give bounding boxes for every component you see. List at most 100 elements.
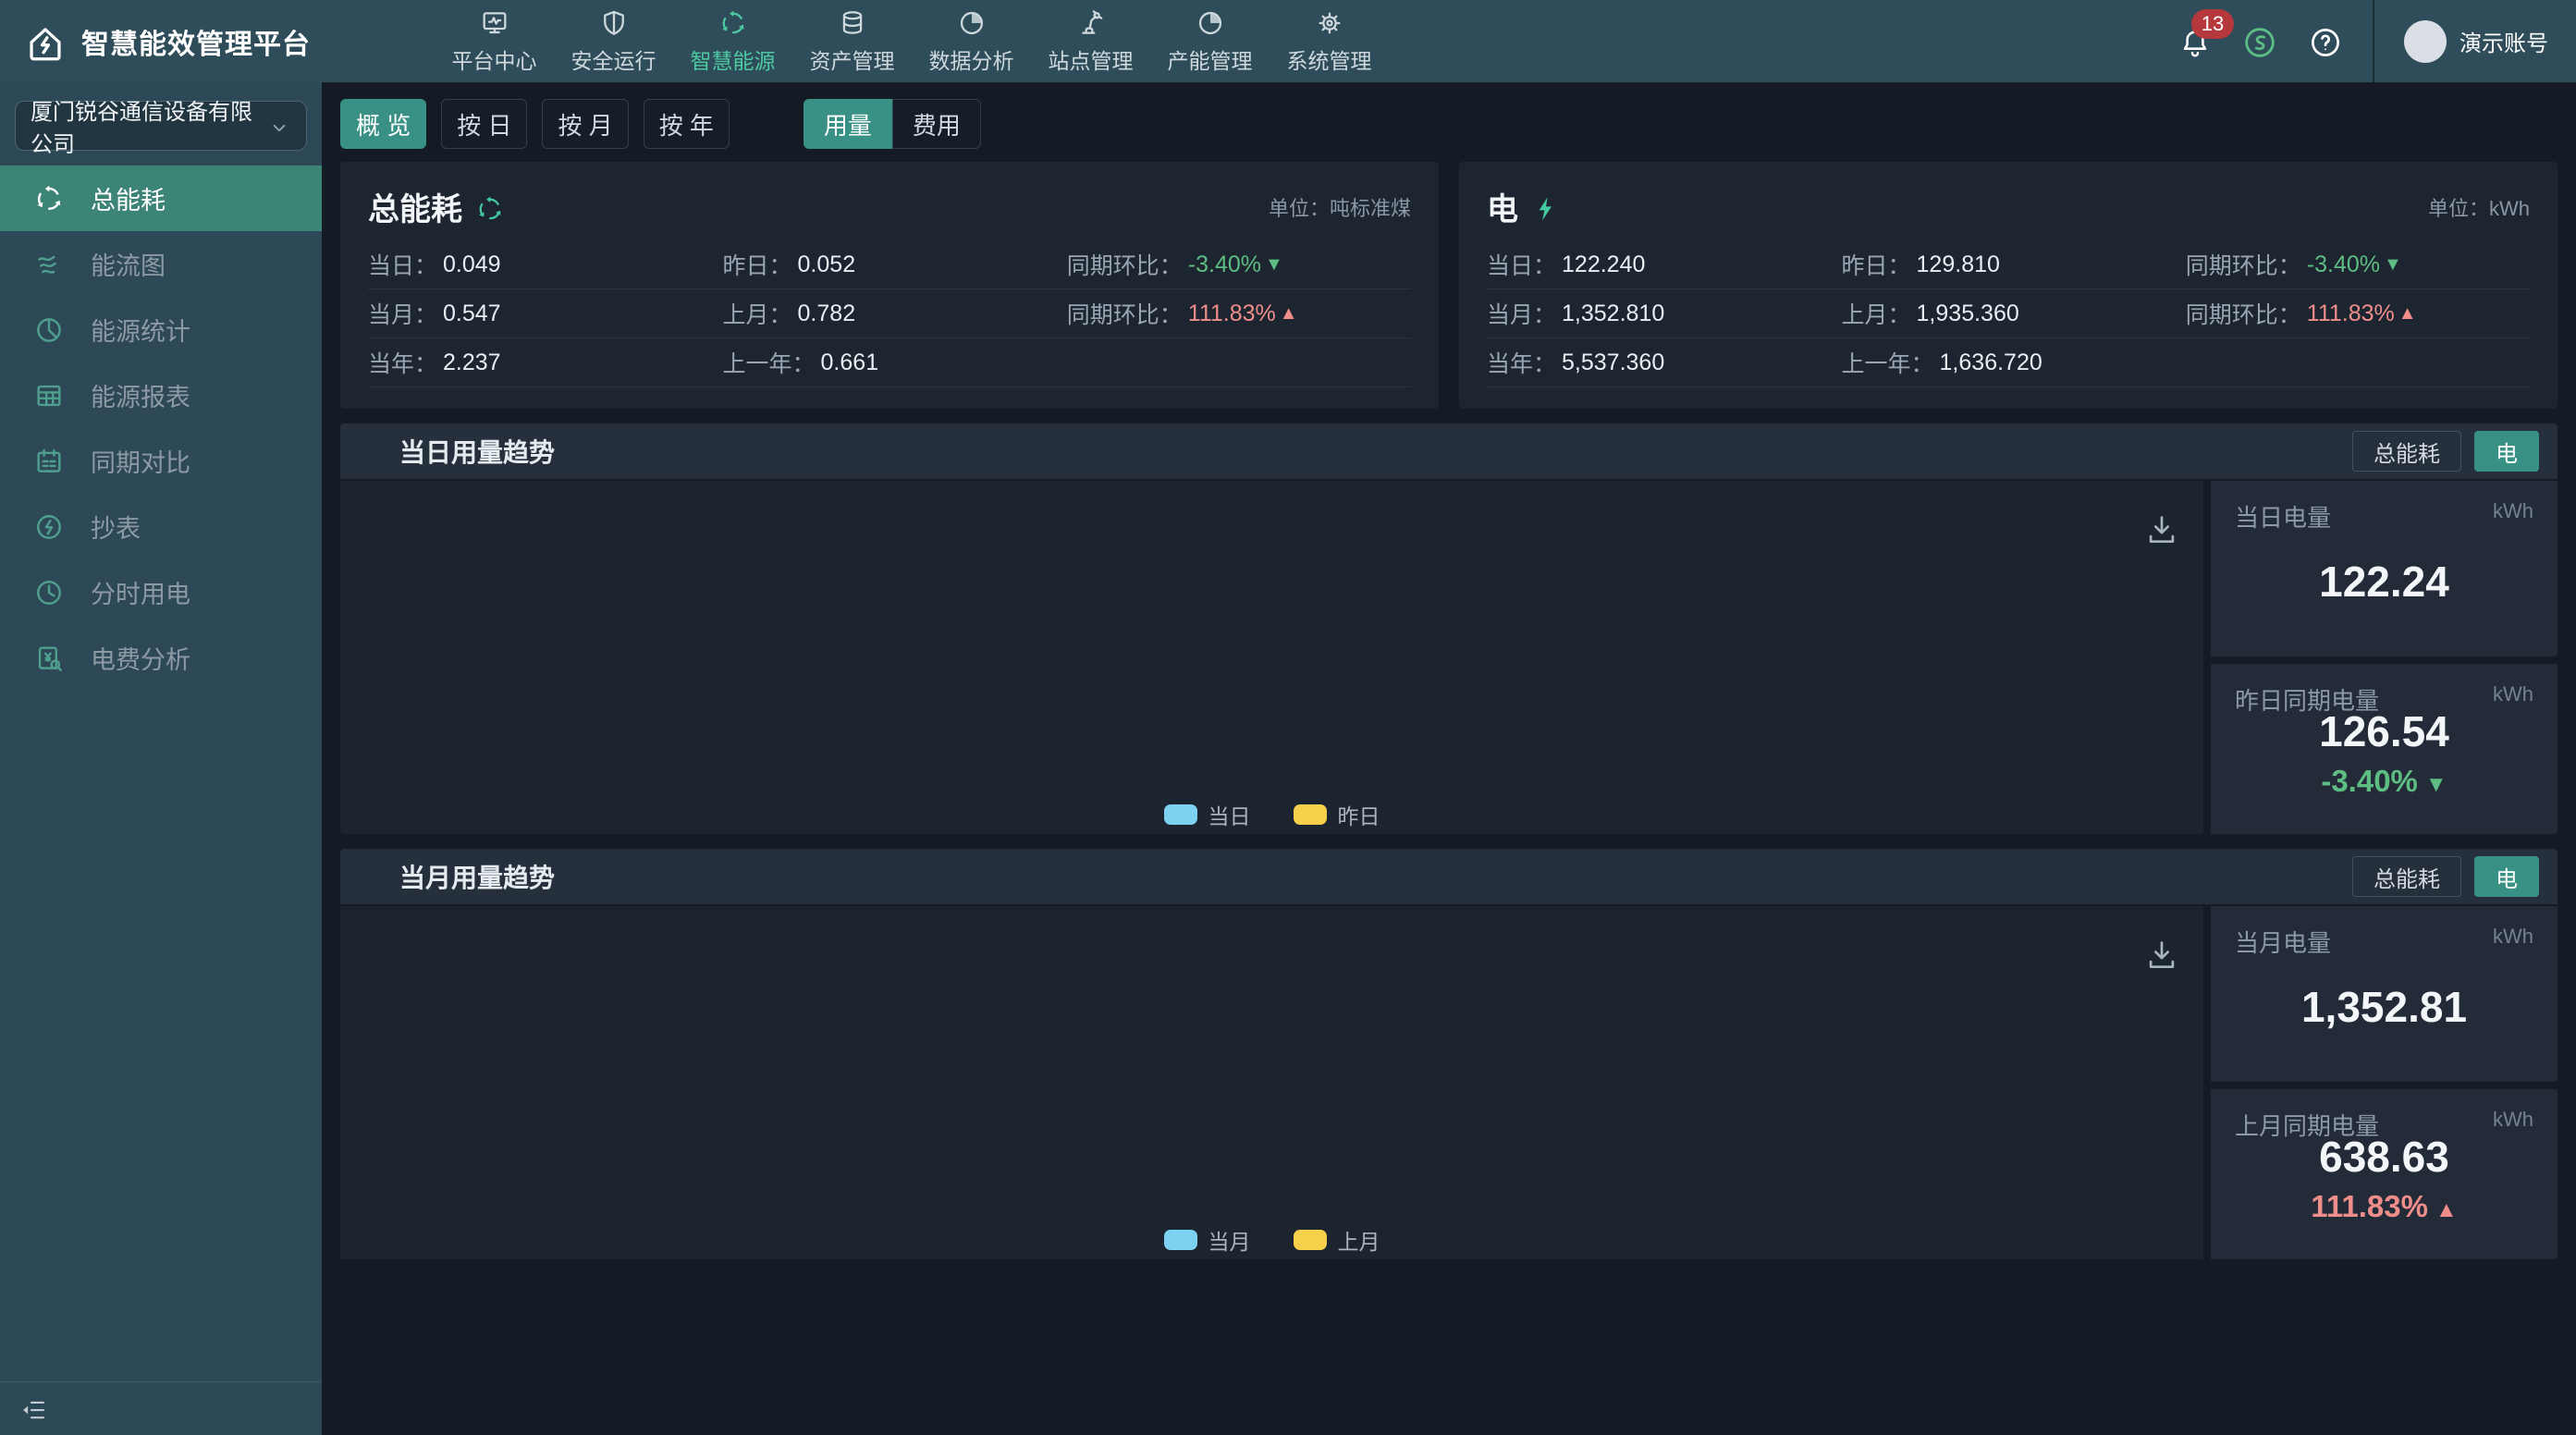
- summary-cell: 当年：2.237: [368, 346, 723, 379]
- avatar: [2404, 20, 2447, 63]
- nav-item-site-management[interactable]: 站点管理: [1031, 0, 1150, 82]
- header-nav: 平台中心安全运行智慧能源 资产管理 数据分析站点管理产能管理 系统管理: [435, 0, 1389, 82]
- summary-card-electricity: 电单位：kWh当日：122.240昨日：129.810同期环比：-3.40%▼当…: [1459, 162, 2558, 409]
- sidebar-item-energy-report[interactable]: 能源报表: [0, 362, 322, 428]
- sidebar-item-tou-electricity[interactable]: 分时用电: [0, 559, 322, 625]
- report-table-icon: [33, 380, 65, 411]
- period-tab-by-month[interactable]: 按 月: [542, 99, 628, 149]
- section-title: 0306090120150kWh1日5日9日13日17日21日25日当月用量趋势: [359, 858, 555, 895]
- nav-item-asset-management[interactable]: 资产管理: [792, 0, 912, 82]
- sidebar-item-period-compare[interactable]: 同期对比: [0, 428, 322, 494]
- legend-item-today[interactable]: 当日: [1164, 799, 1251, 830]
- summary-cell: 当月：0.547: [368, 297, 723, 330]
- stat-panel-yesterday-same-period: 昨日同期电量kWh126.54-3.40%▼: [2211, 664, 2558, 834]
- nav-item-system-management[interactable]: 系统管理: [1270, 0, 1389, 82]
- metric-tab-usage[interactable]: 用量: [803, 99, 892, 149]
- period-tab-overview[interactable]: 概 览: [340, 99, 426, 149]
- sidebar-item-electricity-fee-analysis[interactable]: 电费分析: [0, 625, 322, 691]
- stat-panel-today-electricity: 当日电量kWh122.24: [2211, 481, 2558, 656]
- stat-panel-month-electricity: 当月电量kWh1,352.81: [2211, 906, 2558, 1082]
- sidebar-item-total-energy[interactable]: 总能耗: [0, 166, 322, 231]
- connection-status-icon[interactable]: [2241, 20, 2278, 62]
- daily-trend-toggle-total-energy[interactable]: 总能耗: [2352, 431, 2461, 472]
- nav-item-label: 智慧能源: [691, 43, 776, 75]
- monthly-trend-legend: 当月 上月: [340, 1220, 2203, 1259]
- summary-cell: 同期环比：-3.40%▼: [2186, 248, 2530, 281]
- database-icon: [838, 8, 867, 38]
- daily-trend-toggle-electricity[interactable]: 电: [2474, 431, 2539, 472]
- sidebar-item-label: 抄表: [91, 509, 141, 545]
- stat-unit: kWh: [2493, 499, 2533, 523]
- download-icon: [2144, 938, 2179, 973]
- nav-item-label: 系统管理: [1287, 43, 1372, 75]
- nav-item-label: 数据分析: [929, 43, 1014, 75]
- summary-cell: 上月：0.782: [723, 297, 1067, 330]
- user-menu[interactable]: 演示账号: [2404, 20, 2548, 63]
- monthly-trend-download-button[interactable]: [2144, 934, 2179, 974]
- trend-down-icon: ▼: [1265, 254, 1283, 276]
- monthly-trend-toggle-total-energy[interactable]: 总能耗: [2352, 856, 2461, 897]
- robot-arm-icon: [1076, 8, 1106, 38]
- legend-item-last-month[interactable]: 上月: [1294, 1224, 1380, 1256]
- clock-icon: [33, 577, 65, 608]
- section-monthly-trend: 0306090120150kWh1日5日9日13日17日21日25日当月用量趋势…: [340, 849, 2558, 1259]
- sidebar-item-label: 分时用电: [91, 574, 190, 610]
- sidebar-item-meter-reading[interactable]: 抄表: [0, 494, 322, 559]
- nav-item-platform-center[interactable]: 平台中心: [435, 0, 554, 82]
- notifications-button[interactable]: 13: [2178, 22, 2212, 61]
- stat-value: 122.24: [2211, 557, 2558, 607]
- company-name: 厦门锐谷通信设备有限公司: [31, 93, 267, 158]
- nav-item-label: 资产管理: [810, 43, 895, 75]
- brand: 智慧能效管理平台: [0, 17, 435, 67]
- header-divider: [2373, 0, 2374, 82]
- help-button[interactable]: [2308, 21, 2343, 61]
- monitor-icon: [480, 8, 509, 38]
- nav-item-label: 平台中心: [452, 43, 537, 75]
- sidebar-item-label: 能源报表: [91, 377, 190, 413]
- monthly-trend-chart: 当月 上月: [340, 906, 2203, 1259]
- nav-item-smart-energy[interactable]: 智慧能源: [673, 0, 792, 82]
- nav-item-label: 产能管理: [1168, 43, 1253, 75]
- monthly-trend-toggle-electricity[interactable]: 电: [2474, 856, 2539, 897]
- stat-panel-last-month-same-period: 上月同期电量kWh638.63111.83%▲: [2211, 1089, 2558, 1259]
- legend-swatch: [1294, 804, 1327, 825]
- period-tab-by-day[interactable]: 按 日: [441, 99, 527, 149]
- nav-item-data-analysis[interactable]: 数据分析: [912, 0, 1031, 82]
- metric-tab-cost[interactable]: 费用: [892, 99, 981, 149]
- card-title: 电: [1487, 184, 1518, 229]
- period-tab-by-year[interactable]: 按 年: [644, 99, 730, 149]
- sidebar-item-label: 电费分析: [91, 640, 190, 676]
- legend-swatch: [1164, 1230, 1197, 1250]
- sidebar-menu: 总能耗能流图能源统计能源报表同期对比抄表分时用电电费分析: [0, 166, 322, 691]
- sidebar-footer: [0, 1381, 322, 1435]
- company-selector[interactable]: 厦门锐谷通信设备有限公司: [15, 101, 307, 151]
- trend-up-icon: ▲: [2398, 303, 2417, 325]
- trend-down-icon: ▼: [2384, 254, 2402, 276]
- summary-cell: 同期环比：-3.40%▼: [1067, 248, 1411, 281]
- daily-trend-download-button[interactable]: [2144, 509, 2179, 548]
- stat-unit: kWh: [2493, 1108, 2533, 1132]
- gear-icon: [1315, 8, 1344, 38]
- summary-cell: 当日：0.049: [368, 248, 723, 281]
- card-unit-label: 单位：吨标准煤: [1269, 192, 1411, 222]
- trend-down-icon: ▼: [2425, 772, 2447, 797]
- summary-cell: 昨日：129.810: [1842, 248, 2186, 281]
- legend-item-this-month[interactable]: 当月: [1164, 1224, 1251, 1256]
- recycle-icon: [718, 8, 748, 38]
- collapse-sidebar-button[interactable]: [20, 1393, 48, 1425]
- summary-cell: 上一年：1,636.720: [1842, 346, 2186, 379]
- shield-icon: [599, 8, 629, 38]
- trend-chart-icon: 0306090120150kWh1日5日9日13日17日21日25日: [359, 862, 388, 891]
- daily-trend-legend: 当日 昨日: [340, 795, 2203, 834]
- stat-value: 1,352.81: [2211, 982, 2558, 1032]
- legend-item-yesterday[interactable]: 昨日: [1294, 799, 1380, 830]
- trend-up-icon: ▲: [1280, 303, 1298, 325]
- sidebar-item-energy-flow[interactable]: 能流图: [0, 231, 322, 297]
- page: 智慧能效管理平台 平台中心安全运行智慧能源 资产管理 数据分析站点管理产能管理 系统管…: [0, 0, 2576, 1435]
- nav-item-capacity-management[interactable]: 产能管理: [1150, 0, 1270, 82]
- lightning-icon: [1531, 194, 1561, 224]
- sidebar-item-energy-stats[interactable]: 能源统计: [0, 297, 322, 362]
- summary-cell: 上月：1,935.360: [1842, 297, 2186, 330]
- nav-item-safe-operation[interactable]: 安全运行: [554, 0, 673, 82]
- section-header: 0246810kWh00:0006:0012:0018:00当日用量趋势总能耗电: [340, 423, 2558, 479]
